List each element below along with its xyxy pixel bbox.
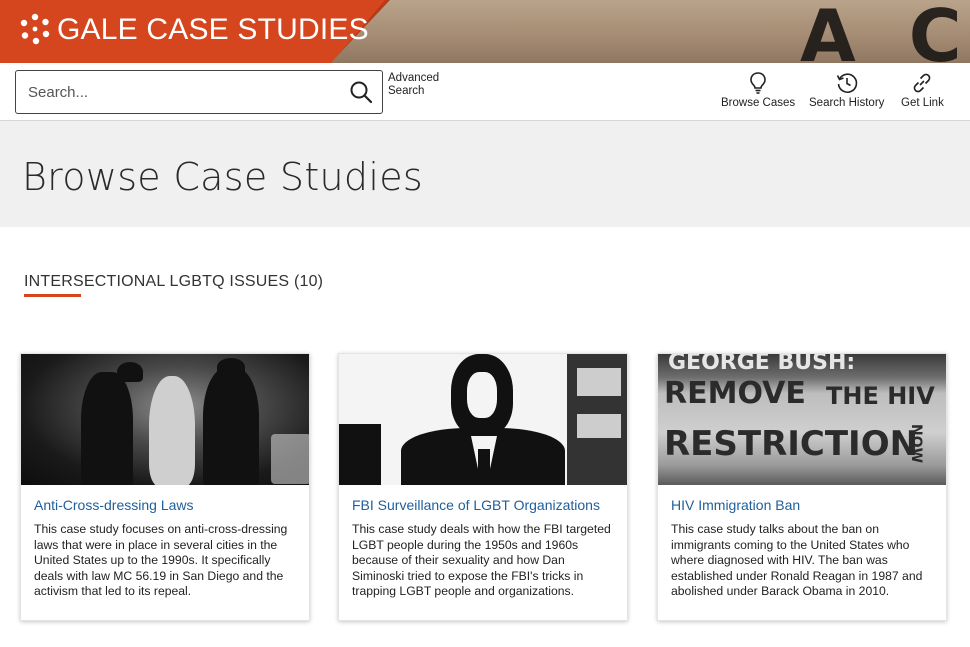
sign-text-line-2b: THE HIV bbox=[826, 382, 935, 410]
browse-cases-button[interactable]: Browse Cases bbox=[721, 71, 795, 109]
search-history-button[interactable]: Search History bbox=[809, 71, 884, 109]
case-card-description: This case study focuses on anti-cross-dr… bbox=[34, 522, 288, 599]
search-input[interactable] bbox=[28, 81, 338, 103]
lightbulb-icon bbox=[750, 72, 766, 94]
case-card-title[interactable]: HIV Immigration Ban bbox=[671, 497, 933, 513]
banner-mural-text: A CHANGE bbox=[800, 0, 970, 63]
section-heading[interactable]: INTERSECTIONAL LGBTQ ISSUES (10) bbox=[24, 273, 323, 291]
section-heading-underline bbox=[24, 294, 81, 297]
sign-text-line-1: GEORGE BUSH: bbox=[668, 354, 856, 375]
sign-text-line-3b: NOW bbox=[908, 424, 924, 464]
search-box bbox=[15, 70, 383, 114]
case-card-title[interactable]: Anti-Cross-dressing Laws bbox=[34, 497, 296, 513]
page-header: Browse Case Studies bbox=[0, 121, 970, 227]
link-icon bbox=[914, 73, 931, 93]
case-card-description: This case study deals with how the FBI t… bbox=[352, 522, 611, 599]
case-card-description: This case study talks about the ban on i… bbox=[671, 522, 923, 599]
toolbar: Advanced Search Browse Cases Search Hist… bbox=[0, 63, 970, 121]
advanced-search-link[interactable]: Advanced Search bbox=[388, 72, 448, 98]
case-card-title[interactable]: FBI Surveillance of LGBT Organizations bbox=[352, 497, 614, 513]
search-history-label: Search History bbox=[809, 97, 885, 109]
banner-mural-image: A CHANGE bbox=[330, 0, 970, 63]
browse-cases-label: Browse Cases bbox=[721, 97, 796, 109]
brand-title[interactable]: GALE CASE STUDIES bbox=[57, 13, 369, 47]
gale-logo-icon[interactable] bbox=[18, 12, 52, 46]
case-card-image[interactable] bbox=[339, 354, 627, 485]
history-icon bbox=[836, 73, 857, 93]
search-icon[interactable] bbox=[348, 79, 374, 105]
sign-text-line-3: RESTRICTION bbox=[664, 424, 919, 464]
header-banner: A CHANGE GALE CASE STUDIES bbox=[0, 0, 970, 63]
case-card[interactable]: FBI Surveillance of LGBT Organizations T… bbox=[338, 353, 628, 621]
case-card-image[interactable] bbox=[21, 354, 309, 485]
page-title: Browse Case Studies bbox=[22, 155, 423, 199]
sign-text-line-2: REMOVE bbox=[664, 376, 806, 411]
case-card-image[interactable]: GEORGE BUSH: REMOVE THE HIV RESTRICTION … bbox=[658, 354, 946, 485]
get-link-button[interactable]: Get Link bbox=[901, 71, 944, 109]
case-card[interactable]: Anti-Cross-dressing Laws This case study… bbox=[20, 353, 310, 621]
get-link-label: Get Link bbox=[901, 97, 944, 109]
case-card[interactable]: GEORGE BUSH: REMOVE THE HIV RESTRICTION … bbox=[657, 353, 947, 621]
